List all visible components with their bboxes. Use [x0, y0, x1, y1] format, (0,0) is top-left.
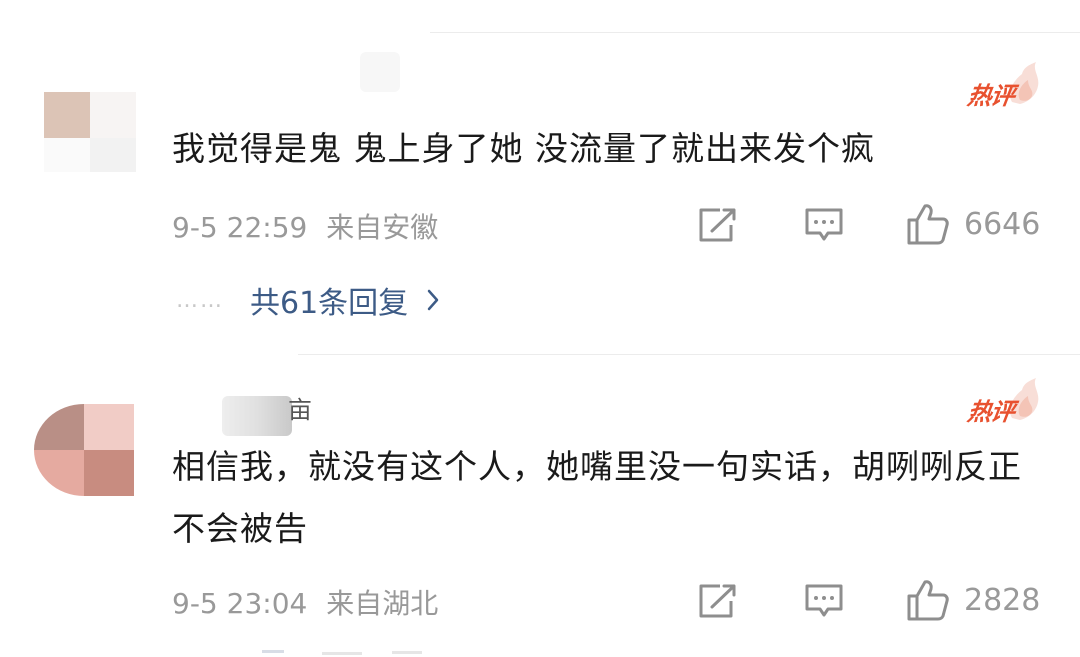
like-count: 2828	[964, 582, 1041, 618]
comment-text: 相信我，就没有这个人，她嘴里没一句实话，胡咧咧反正不会被告	[172, 447, 1022, 548]
repost-icon	[699, 584, 736, 618]
comment-icon	[805, 584, 843, 617]
username-blurred[interactable]	[360, 52, 400, 92]
comment-icon	[805, 208, 843, 241]
chevron-right-icon	[427, 289, 439, 311]
hot-comment-badge: 热评	[962, 62, 1042, 110]
hot-badge-label: 热评	[965, 398, 1016, 426]
repost-button[interactable]	[698, 207, 738, 243]
avatar[interactable]	[44, 92, 136, 172]
hot-badge-label: 热评	[965, 82, 1016, 110]
repost-icon	[699, 208, 736, 242]
comment-location: 来自湖北	[326, 587, 439, 620]
like-button[interactable]: 2828	[906, 578, 1040, 622]
thumbs-up-icon	[907, 204, 949, 245]
hot-comment-badge: 热评	[962, 378, 1042, 426]
username-fragment: 亩	[288, 396, 312, 424]
replies-link[interactable]: …… 共61条回复	[176, 278, 440, 322]
comment-text: 我觉得是鬼 鬼上身了她 没流量了就出来发个疯	[172, 129, 875, 168]
top-divider	[430, 32, 1080, 33]
comment-divider	[298, 354, 1080, 355]
next-row-cutoff	[262, 642, 462, 657]
comment-meta: 9-5 22:59 来自安徽	[172, 206, 438, 246]
comment-button[interactable]	[804, 583, 844, 619]
comment-button[interactable]	[804, 207, 844, 243]
avatar[interactable]	[34, 404, 134, 496]
replies-dots: ……	[176, 287, 224, 313]
like-button[interactable]: 6646	[906, 202, 1040, 246]
comment-time: 9-5 23:04	[172, 587, 308, 620]
comment-time: 9-5 22:59	[172, 211, 308, 244]
comment-location: 来自安徽	[326, 211, 439, 244]
replies-link-label: 共61条回复	[250, 286, 409, 321]
like-count: 6646	[964, 206, 1041, 242]
repost-button[interactable]	[698, 583, 738, 619]
username-blurred[interactable]	[222, 396, 292, 436]
comment-meta: 9-5 23:04 来自湖北	[172, 582, 438, 622]
thumbs-up-icon	[907, 580, 949, 621]
